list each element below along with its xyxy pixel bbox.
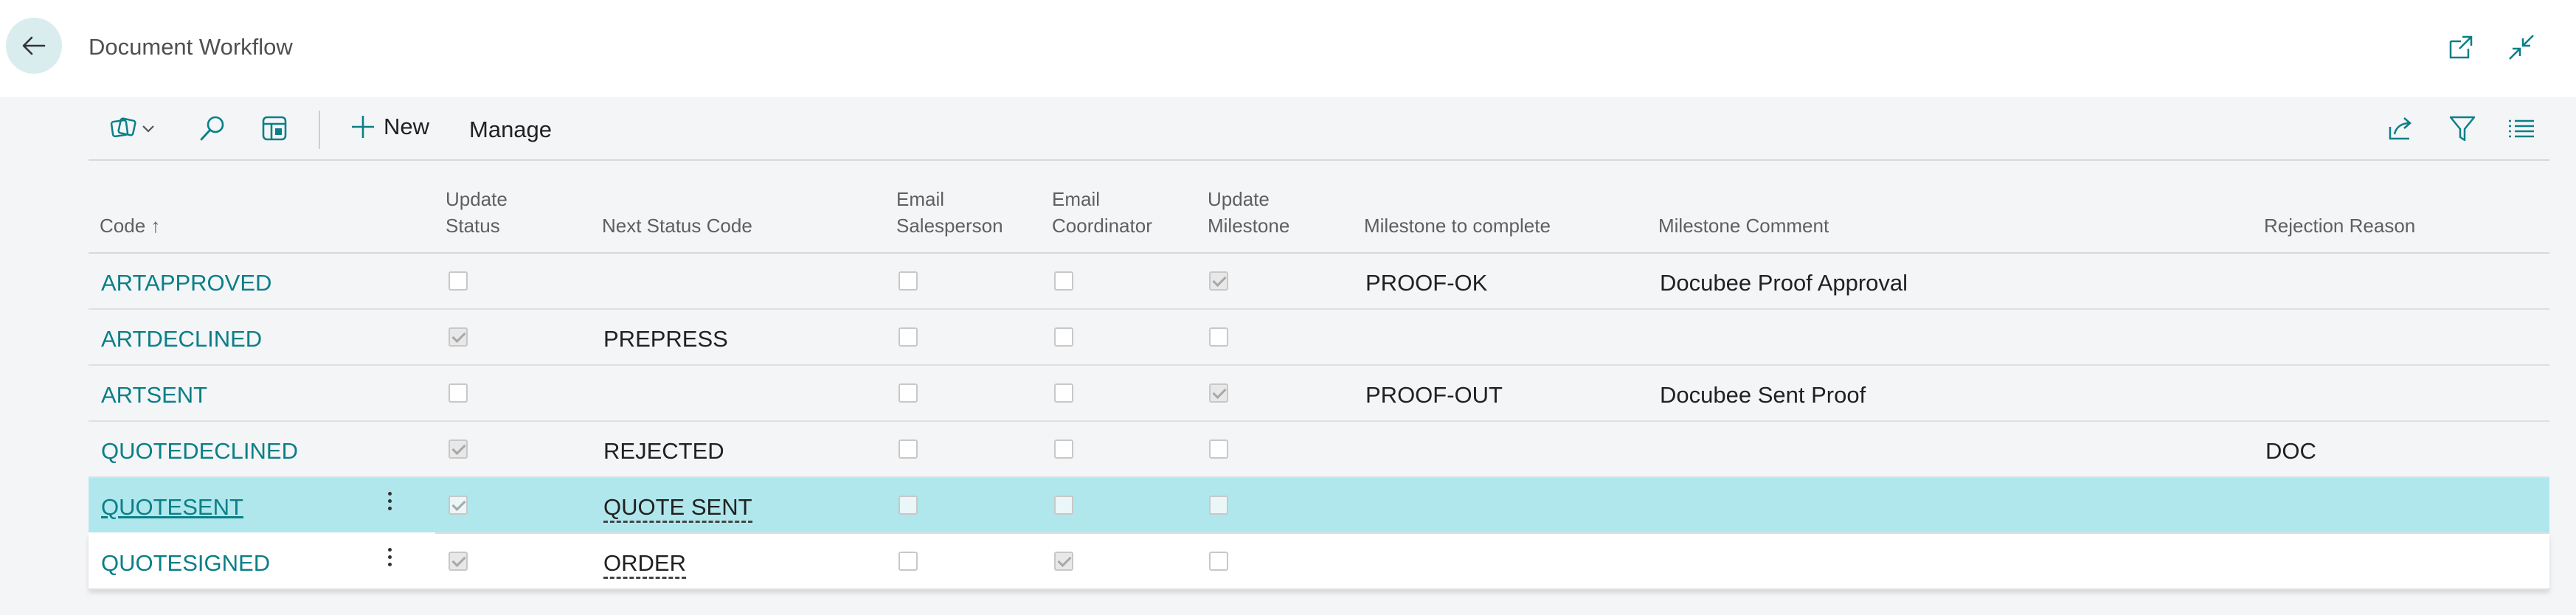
email-salesperson-checkbox[interactable] <box>899 327 918 347</box>
table-row[interactable]: ARTDECLINED PREPRESS <box>89 310 2549 366</box>
next-status-code-cell[interactable]: ORDER <box>603 550 686 579</box>
email-coordinator-checkbox[interactable] <box>1054 496 1073 515</box>
views-dropdown-button[interactable] <box>109 112 165 145</box>
email-salesperson-checkbox[interactable] <box>899 439 918 459</box>
column-header-rejection-reason[interactable]: Rejection Reason <box>2264 212 2415 239</box>
row-actions-menu-button[interactable] <box>382 544 397 577</box>
share-icon <box>2389 117 2411 140</box>
filter-icon <box>2449 116 2476 142</box>
table-row[interactable]: ARTAPPROVED PROOF-OK Docubee Proof Appro… <box>89 254 2549 310</box>
rejection-reason-cell[interactable]: DOC <box>2265 438 2316 465</box>
code-link[interactable]: ARTDECLINED <box>101 326 262 352</box>
collapse-button[interactable] <box>2505 31 2538 63</box>
update-status-checkbox[interactable] <box>449 383 468 403</box>
email-salesperson-checkbox[interactable] <box>899 271 918 291</box>
column-header-email-coordinator[interactable]: Email Coordinator <box>1052 186 1152 239</box>
next-status-code-cell[interactable]: PREPRESS <box>603 326 728 352</box>
action-bar: New Manage <box>89 97 2549 161</box>
column-header-milestone-comment[interactable]: Milestone Comment <box>1658 212 1829 239</box>
filter-button[interactable] <box>2446 112 2479 145</box>
milestone-comment-cell[interactable]: Docubee Proof Approval <box>1660 270 1908 296</box>
code-link[interactable]: QUOTEDECLINED <box>101 438 298 465</box>
new-button-label: New <box>384 114 430 139</box>
column-header-email-salesperson[interactable]: Email Salesperson <box>896 186 1003 239</box>
code-link[interactable]: QUOTESIGNED <box>101 550 270 577</box>
table-row[interactable]: QUOTESIGNED ORDER <box>89 534 2549 590</box>
manage-menu-button[interactable]: Manage <box>469 117 552 143</box>
email-coordinator-checkbox[interactable] <box>1054 383 1073 403</box>
email-salesperson-checkbox[interactable] <box>899 496 918 515</box>
update-milestone-checkbox[interactable] <box>1209 383 1228 403</box>
column-header-update-milestone[interactable]: Update Milestone <box>1208 186 1289 239</box>
edit-list-button[interactable] <box>258 112 291 145</box>
table-row-selected[interactable]: QUOTESENT QUOTE SENT <box>89 478 2549 534</box>
next-status-code-cell[interactable]: REJECTED <box>603 438 724 465</box>
new-button[interactable]: New <box>350 114 429 140</box>
toolbar-separator <box>319 111 320 149</box>
code-link[interactable]: ARTSENT <box>101 382 207 409</box>
next-status-code-cell[interactable]: QUOTE SENT <box>603 494 752 523</box>
list-view-icon <box>2509 119 2534 138</box>
row-actions-menu-button[interactable] <box>382 488 397 521</box>
update-milestone-checkbox[interactable] <box>1209 496 1228 515</box>
email-coordinator-checkbox[interactable] <box>1054 327 1073 347</box>
code-link[interactable]: QUOTESENT <box>101 494 243 521</box>
views-icon <box>110 117 154 138</box>
milestone-to-complete-cell[interactable]: PROOF-OUT <box>1365 382 1503 409</box>
update-milestone-checkbox[interactable] <box>1209 271 1228 291</box>
page-header: Document Workflow <box>0 0 2576 97</box>
collapse-icon <box>2509 35 2534 60</box>
column-header-next-status-code[interactable]: Next Status Code <box>602 212 752 239</box>
email-coordinator-checkbox[interactable] <box>1054 439 1073 459</box>
update-status-checkbox[interactable] <box>449 271 468 291</box>
email-salesperson-checkbox[interactable] <box>899 383 918 403</box>
column-header-milestone-to-complete[interactable]: Milestone to complete <box>1364 212 1551 239</box>
column-header-update-status[interactable]: Update Status <box>446 186 508 239</box>
update-status-checkbox[interactable] <box>449 496 468 515</box>
update-status-checkbox[interactable] <box>449 327 468 347</box>
column-header-code[interactable]: Code ↑ <box>100 212 160 239</box>
list-view-button[interactable] <box>2505 112 2538 145</box>
code-link[interactable]: ARTAPPROVED <box>101 270 271 296</box>
arrow-left-icon <box>22 36 46 55</box>
plus-icon <box>352 116 374 138</box>
workflow-table: Code ↑ Update Status Next Status Code Ema… <box>89 161 2549 590</box>
milestone-comment-cell[interactable]: Docubee Sent Proof <box>1660 382 1866 409</box>
back-button[interactable] <box>6 18 62 74</box>
update-milestone-checkbox[interactable] <box>1209 439 1228 459</box>
email-salesperson-checkbox[interactable] <box>899 552 918 571</box>
table-header: Code ↑ Update Status Next Status Code Ema… <box>89 161 2549 254</box>
table-row[interactable]: ARTSENT PROOF-OUT Docubee Sent Proof <box>89 366 2549 422</box>
milestone-to-complete-cell[interactable]: PROOF-OK <box>1365 270 1487 296</box>
email-coordinator-checkbox[interactable] <box>1054 552 1073 571</box>
share-button[interactable] <box>2384 112 2417 145</box>
table-row[interactable]: QUOTEDECLINED REJECTED DOC <box>89 422 2549 478</box>
update-milestone-checkbox[interactable] <box>1209 552 1228 571</box>
update-status-checkbox[interactable] <box>449 552 468 571</box>
page-title: Document Workflow <box>89 34 293 60</box>
edit-list-icon <box>262 116 287 141</box>
search-button[interactable] <box>196 112 229 145</box>
update-milestone-checkbox[interactable] <box>1209 327 1228 347</box>
open-in-new-window-button[interactable] <box>2445 31 2477 63</box>
email-coordinator-checkbox[interactable] <box>1054 271 1073 291</box>
search-icon <box>200 116 224 141</box>
open-in-new-window-icon <box>2449 35 2473 59</box>
update-status-checkbox[interactable] <box>449 439 468 459</box>
